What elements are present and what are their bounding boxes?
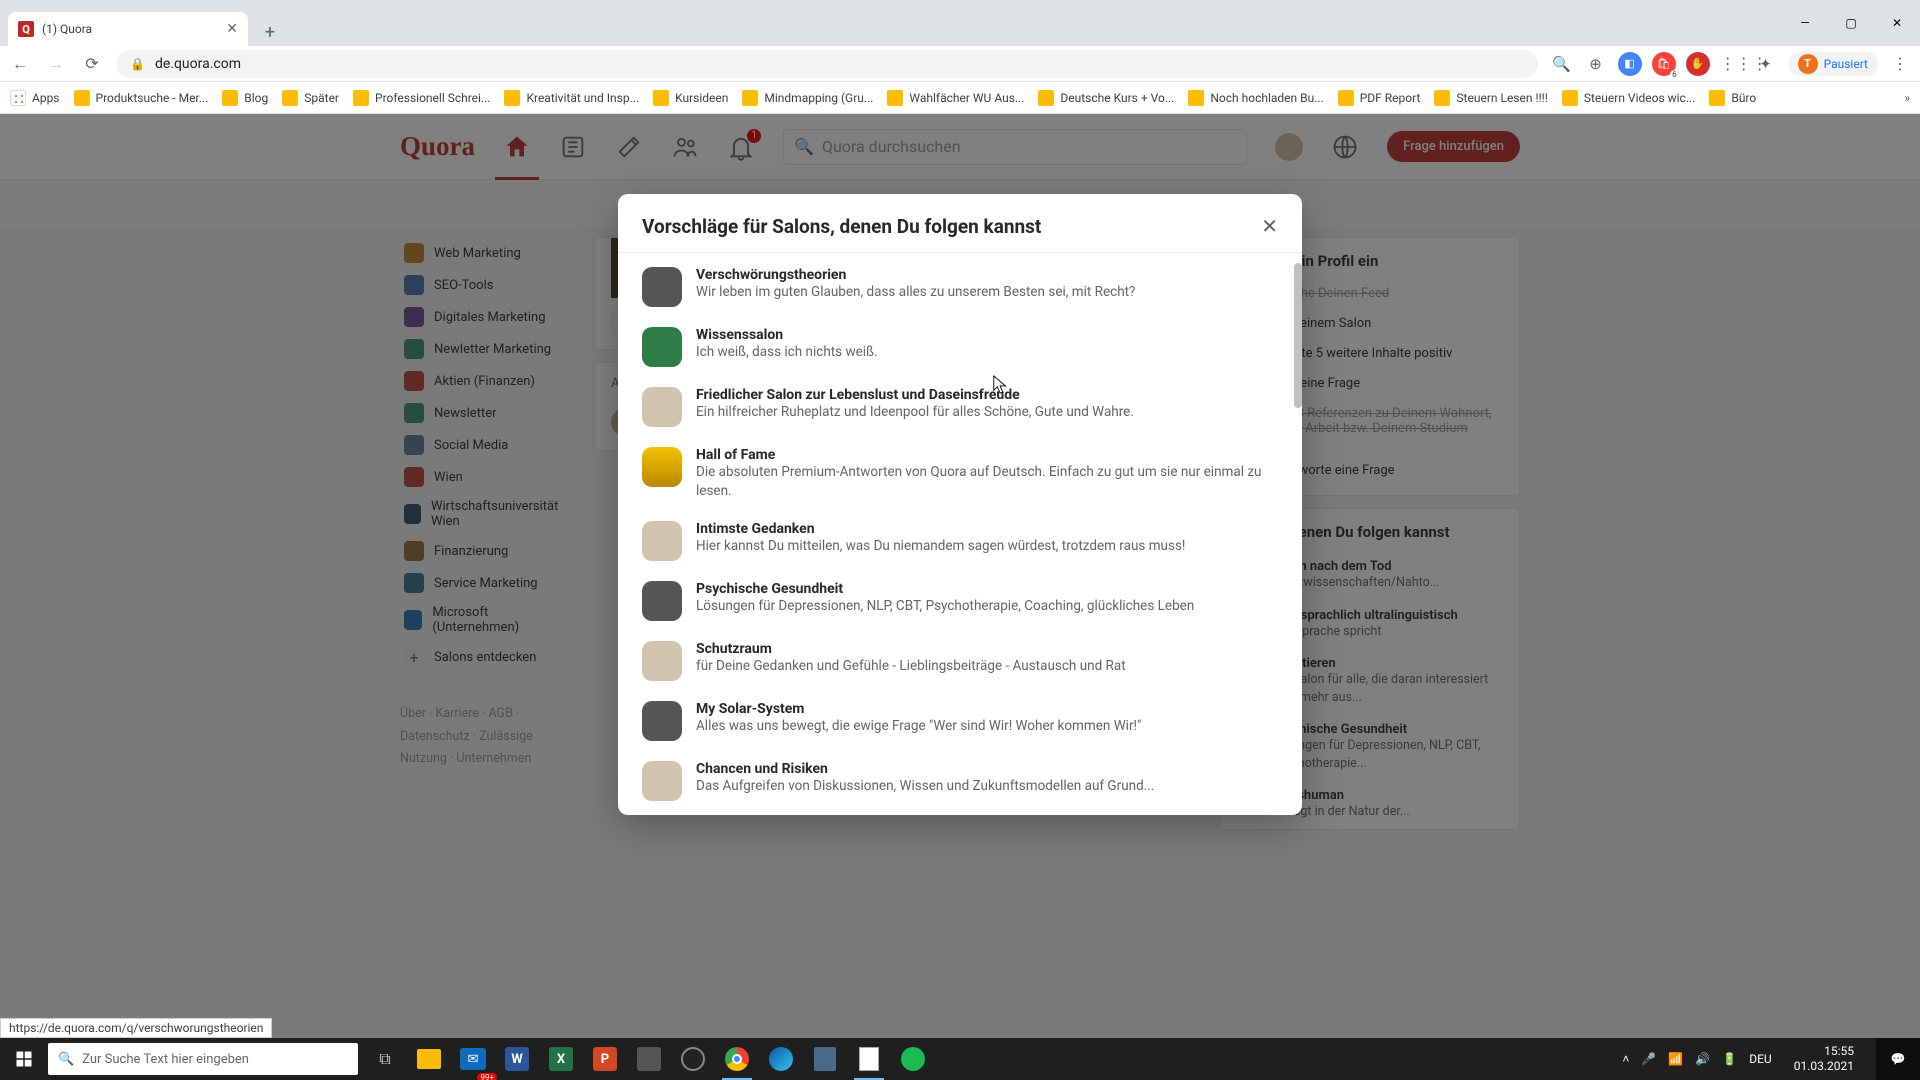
- taskbar-clock[interactable]: 15:5501.03.2021: [1784, 1044, 1864, 1074]
- search-icon: 🔍: [58, 1052, 74, 1067]
- apps-icon[interactable]: ⋮⋮⋮: [1720, 54, 1744, 73]
- taskbar-notepad[interactable]: [848, 1038, 890, 1080]
- extensions-icon[interactable]: ✦: [1754, 55, 1778, 73]
- modal-suggestion[interactable]: Intimste GedankenHier kannst Du mitteile…: [618, 511, 1302, 571]
- modal-suggestion[interactable]: Chancen und RisikenDas Aufgreifen von Di…: [618, 751, 1302, 811]
- taskbar-edge[interactable]: [760, 1038, 802, 1080]
- taskbar-excel[interactable]: X: [540, 1038, 582, 1080]
- modal-suggestion[interactable]: WissenssalonIch weiß, dass ich nichts we…: [618, 317, 1302, 377]
- tray-mic-icon[interactable]: 🎤: [1641, 1052, 1656, 1066]
- salon-avatar: [642, 701, 682, 741]
- modal-suggestion[interactable]: Hall of FameDie absoluten Premium-Antwor…: [618, 437, 1302, 511]
- bookmark-item[interactable]: Blog: [222, 90, 268, 106]
- salon-avatar: [642, 761, 682, 801]
- modal-suggestion[interactable]: My Solar-SystemAlles was uns bewegt, die…: [618, 691, 1302, 751]
- profile-avatar: T: [1798, 54, 1818, 74]
- taskbar-app[interactable]: [804, 1038, 846, 1080]
- taskbar-explorer[interactable]: [408, 1038, 450, 1080]
- bookmark-item[interactable]: Professionell Schrei...: [353, 90, 490, 106]
- start-button[interactable]: [0, 1050, 48, 1068]
- zoom-icon[interactable]: 🔍: [1550, 55, 1574, 73]
- bookmark-item[interactable]: Kursideen: [653, 90, 728, 106]
- tray-battery-icon[interactable]: 🔋: [1722, 1052, 1737, 1066]
- address-bar: ← → ⟳ 🔒 de.quora.com 🔍 ⊕ ◧ 🛍6 ✋ ⋮⋮⋮ ✦ T …: [0, 46, 1920, 82]
- bookmark-item[interactable]: Steuern Lesen !!!!: [1434, 90, 1547, 106]
- minimize-button[interactable]: —: [1782, 0, 1828, 46]
- extension-icon[interactable]: 🛍6: [1652, 52, 1676, 76]
- tray-volume-icon[interactable]: 🔊: [1695, 1052, 1710, 1066]
- extension-icon[interactable]: ◧: [1618, 52, 1642, 76]
- close-window-button[interactable]: ✕: [1874, 0, 1920, 46]
- taskbar-powerpoint[interactable]: P: [584, 1038, 626, 1080]
- taskbar-app[interactable]: [628, 1038, 670, 1080]
- taskbar-spotify[interactable]: [892, 1038, 934, 1080]
- windows-search[interactable]: 🔍Zur Suche Text hier eingeben: [48, 1043, 358, 1075]
- maximize-button[interactable]: ▢: [1828, 0, 1874, 46]
- close-icon[interactable]: ✕: [1261, 214, 1278, 238]
- forward-button[interactable]: →: [44, 54, 68, 74]
- extension-row: 🔍 ⊕ ◧ 🛍6 ✋ ⋮⋮⋮ ✦ T Pausiert ⋮: [1550, 52, 1912, 76]
- taskbar-obs[interactable]: [672, 1038, 714, 1080]
- salon-avatar: [642, 327, 682, 367]
- url-text: de.quora.com: [155, 56, 241, 72]
- tab-close-icon[interactable]: ✕: [226, 21, 238, 37]
- browser-tab[interactable]: Q (1) Quora ✕: [8, 12, 248, 46]
- modal-suggestion[interactable]: VerschwörungstheorienWir leben im guten …: [618, 257, 1302, 317]
- taskbar-chrome[interactable]: [716, 1038, 758, 1080]
- bookmark-item[interactable]: Wahlfächer WU Aus...: [887, 90, 1024, 106]
- bookmark-item[interactable]: Kreativität und Insp...: [504, 90, 639, 106]
- suggestions-modal: Vorschläge für Salons, denen Du folgen k…: [618, 194, 1302, 815]
- bookmark-item[interactable]: Produktsuche - Mer...: [74, 90, 209, 106]
- bookmark-item[interactable]: Steuern Videos wic...: [1562, 90, 1695, 106]
- bookmark-item[interactable]: PDF Report: [1338, 90, 1421, 106]
- salon-avatar: [642, 521, 682, 561]
- modal-suggestion[interactable]: Schutzraumfür Deine Gedanken und Gefühle…: [618, 631, 1302, 691]
- action-center-button[interactable]: 💬: [1876, 1038, 1920, 1080]
- bookmark-item[interactable]: Später: [282, 90, 339, 106]
- bookmark-item[interactable]: Noch hochladen Bu...: [1188, 90, 1323, 106]
- salon-avatar: [642, 447, 682, 487]
- tray-chevron[interactable]: ˄: [1622, 1052, 1629, 1066]
- profile-chip[interactable]: T Pausiert: [1788, 52, 1878, 76]
- salon-avatar: [642, 387, 682, 427]
- bookmark-item[interactable]: Büro: [1709, 90, 1756, 106]
- adblock-icon[interactable]: ✋: [1686, 52, 1710, 76]
- new-tab-button[interactable]: +: [256, 18, 284, 46]
- modal-suggestion[interactable]: Friedlicher Salon zur Lebenslust und Das…: [618, 377, 1302, 437]
- titlebar: Q (1) Quora ✕ + — ▢ ✕: [0, 0, 1920, 46]
- gtranslate-icon[interactable]: ⊕: [1584, 55, 1608, 73]
- status-link: https://de.quora.com/q/verschworungstheo…: [0, 1018, 272, 1038]
- tray-wifi-icon[interactable]: 📶: [1668, 1052, 1683, 1066]
- window-controls: — ▢ ✕: [1782, 0, 1920, 46]
- bookmarks-overflow[interactable]: »: [1904, 91, 1910, 105]
- menu-button[interactable]: ⋮: [1888, 54, 1912, 73]
- reload-button[interactable]: ⟳: [80, 54, 104, 73]
- back-button[interactable]: ←: [8, 54, 32, 74]
- taskbar: 🔍Zur Suche Text hier eingeben ⧉ ✉99+ W X…: [0, 1038, 1920, 1080]
- quora-favicon: Q: [18, 21, 34, 37]
- tab-title: (1) Quora: [42, 22, 92, 36]
- taskbar-word[interactable]: W: [496, 1038, 538, 1080]
- bookmark-apps[interactable]: Apps: [10, 90, 60, 106]
- bookmark-item[interactable]: Deutsche Kurs + Vo...: [1038, 90, 1174, 106]
- tray-lang[interactable]: DEU: [1749, 1052, 1771, 1066]
- modal-suggestion[interactable]: Psychische GesundheitLösungen für Depres…: [618, 571, 1302, 631]
- taskbar-mail[interactable]: ✉99+: [452, 1038, 494, 1080]
- modal-title: Vorschläge für Salons, denen Du folgen k…: [642, 215, 1041, 238]
- salon-avatar: [642, 641, 682, 681]
- profile-state: Pausiert: [1824, 57, 1868, 71]
- modal-scrollbar-thumb[interactable]: [1294, 263, 1302, 408]
- modal-overlay[interactable]: Vorschläge für Salons, denen Du folgen k…: [0, 114, 1920, 1038]
- salon-avatar: [642, 267, 682, 307]
- salon-avatar: [642, 581, 682, 621]
- lock-icon: 🔒: [130, 57, 145, 71]
- omnibox[interactable]: 🔒 de.quora.com: [116, 50, 1538, 78]
- task-view-button[interactable]: ⧉: [364, 1038, 406, 1080]
- bookmarks-bar: Apps Produktsuche - Mer... Blog Später P…: [0, 82, 1920, 114]
- bookmark-item[interactable]: Mindmapping (Gru...: [742, 90, 873, 106]
